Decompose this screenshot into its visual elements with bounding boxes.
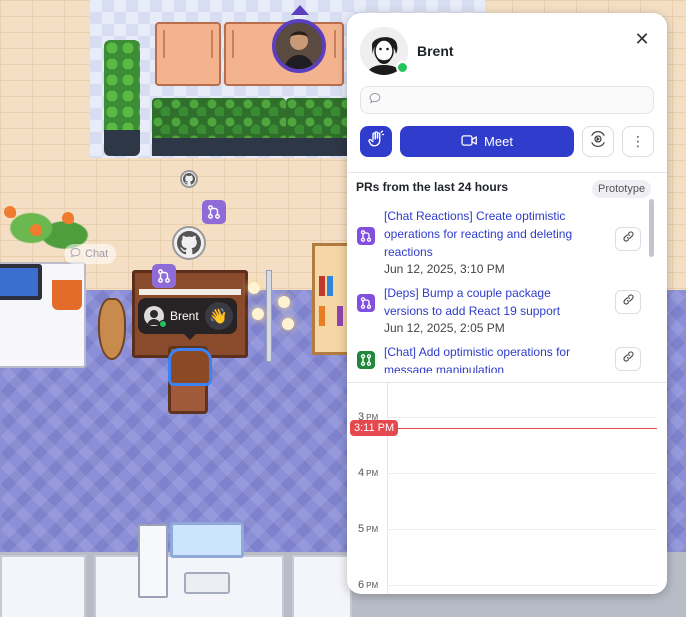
lamp-bulb (282, 318, 294, 330)
hour-label: 6 PM (358, 579, 379, 591)
wave-emoji[interactable]: 👋 (204, 302, 233, 330)
copy-link-button[interactable] (615, 347, 641, 371)
book (337, 306, 343, 326)
guitar[interactable] (98, 298, 126, 360)
meet-label: Meet (484, 134, 513, 149)
copy-link-button[interactable] (615, 290, 641, 314)
flower (4, 206, 16, 218)
pr-list-scrollbar[interactable] (647, 199, 656, 364)
chat-bubble-icon (70, 247, 81, 261)
message-field[interactable] (360, 86, 654, 114)
pr-date: Jun 12, 2025, 2:05 PM (384, 321, 505, 335)
direction-arrow-icon (291, 5, 309, 15)
bookshelf (312, 243, 352, 355)
lamp-bulb (248, 282, 260, 294)
book (319, 306, 325, 326)
pull-request-icon (357, 227, 375, 245)
hour-gridline (387, 529, 657, 530)
meet-button[interactable]: Meet (400, 126, 574, 157)
keyboard (184, 572, 230, 594)
scrollbar-thumb[interactable] (649, 199, 654, 257)
chat-bubble-icon (369, 91, 381, 109)
pr-list-item: [Chat] Add optimistic operations for mes… (347, 343, 647, 373)
pc-screen (170, 522, 244, 558)
pull-request-open-icon (357, 351, 375, 369)
tall-plant (104, 40, 140, 156)
online-status-dot (396, 61, 409, 74)
player-avatar[interactable] (168, 348, 212, 386)
hour-label: 4 PM (358, 467, 379, 479)
hour-gridline (387, 473, 657, 474)
chat-bubble[interactable]: Chat (64, 244, 117, 264)
video-camera-icon (461, 134, 478, 150)
link-icon (622, 230, 635, 248)
link-icon (622, 350, 635, 368)
desk-right (292, 555, 352, 617)
hour-gridline (387, 417, 657, 418)
wave-hand-icon (367, 130, 385, 153)
pr-section-heading: PRs from the last 24 hours (356, 180, 509, 194)
lamp-bulb (278, 296, 290, 308)
close-icon: ✕ (634, 28, 650, 49)
chat-bubble-label: Chat (85, 248, 109, 260)
pr-list-item: [Deps] Bump a couple package versions to… (347, 284, 647, 337)
book (319, 276, 325, 296)
github-icon[interactable] (180, 170, 198, 188)
calendar-time-divider (387, 383, 388, 594)
pr-list[interactable]: [Chat Reactions] Create optimistic opera… (347, 203, 647, 373)
profile-name: Brent (417, 43, 454, 59)
desk-left (0, 555, 86, 617)
more-options-button[interactable]: ⋮ (622, 126, 654, 157)
planter-box-left (152, 98, 286, 156)
github-icon[interactable] (172, 226, 206, 260)
pr-date: Jun 12, 2025, 3:10 PM (384, 262, 505, 276)
pr-title-link[interactable]: [Chat] Add optimistic operations for mes… (384, 343, 597, 373)
user-profile-panel: Brent ✕ Meet ⋮ PRs from the last 24 hour… (347, 13, 667, 594)
player-name: Brent (170, 309, 199, 323)
pr-section: PRs from the last 24 hours Prototype [Ch… (347, 173, 667, 383)
profile-header: Brent ✕ Meet ⋮ (347, 13, 667, 173)
prototype-badge: Prototype (592, 180, 652, 198)
flower (62, 212, 74, 224)
pr-list-item: [Chat Reactions] Create optimistic opera… (347, 207, 647, 278)
pull-request-icon[interactable] (152, 264, 176, 288)
hour-label: 5 PM (358, 523, 379, 535)
remote-user-avatar[interactable] (272, 19, 326, 73)
current-time-badge: 3:11 PM (350, 420, 399, 436)
wave-button[interactable] (360, 126, 392, 157)
screen-share-button[interactable] (582, 126, 614, 157)
calendar-day-view[interactable]: 3 PM 4 PM 5 PM 6 PM 3:11 PM (347, 383, 667, 594)
close-button[interactable]: ✕ (632, 29, 652, 49)
player-name-tag[interactable]: Brent 👋 (138, 298, 237, 340)
pr-title-link[interactable]: [Deps] Bump a couple package versions to… (384, 284, 597, 320)
message-input[interactable] (387, 93, 647, 107)
screen-share-icon (589, 130, 607, 153)
hour-gridline (387, 585, 657, 586)
book (327, 276, 333, 296)
pr-title-link[interactable]: [Chat Reactions] Create optimistic opera… (384, 207, 597, 261)
pull-request-icon[interactable] (202, 200, 226, 224)
sofa-left (155, 22, 221, 86)
flower-pot (52, 280, 82, 310)
current-time-line (387, 428, 657, 429)
lamp-bulb (252, 308, 264, 320)
more-vertical-icon: ⋮ (631, 133, 645, 149)
floor-lamp (266, 270, 272, 362)
flower (30, 224, 42, 236)
online-status-dot (159, 320, 167, 328)
pc-tower (138, 524, 168, 598)
copy-link-button[interactable] (615, 227, 641, 251)
pull-request-icon (357, 294, 375, 312)
link-icon (622, 293, 635, 311)
planter-box-right (286, 98, 350, 156)
